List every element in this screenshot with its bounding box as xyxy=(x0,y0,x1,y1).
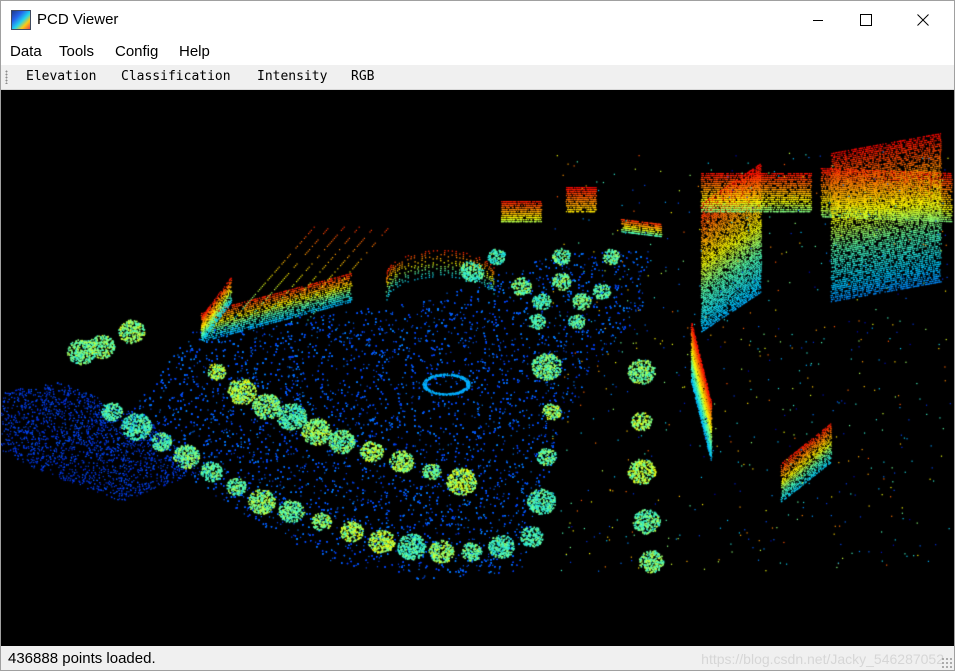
intensity-button[interactable]: Intensity xyxy=(257,68,327,86)
window-title: PCD Viewer xyxy=(37,11,119,28)
toolbar: Elevation Classification Intensity RGB xyxy=(1,65,954,90)
menu-config[interactable]: Config xyxy=(115,42,158,62)
menu-bar: Data Tools Config Help xyxy=(1,39,954,65)
close-icon xyxy=(917,14,929,26)
point-cloud-viewport[interactable] xyxy=(1,90,954,646)
minimize-icon xyxy=(813,20,823,21)
maximize-button[interactable] xyxy=(843,1,889,39)
close-button[interactable] xyxy=(900,1,946,39)
watermark-text: https://blog.csdn.net/Jacky_546287052 xyxy=(701,651,944,667)
menu-data[interactable]: Data xyxy=(10,42,42,62)
maximize-icon xyxy=(860,14,872,26)
point-cloud-render[interactable] xyxy=(1,90,954,646)
toolbar-grip-handle[interactable] xyxy=(5,70,8,84)
minimize-button[interactable] xyxy=(795,1,841,39)
status-bar: 436888 points loaded. https://blog.csdn.… xyxy=(1,646,954,670)
elevation-button[interactable]: Elevation xyxy=(26,68,96,86)
point-cloud-app-icon xyxy=(11,10,31,30)
resize-grip-icon[interactable] xyxy=(941,657,952,668)
app-window: PCD Viewer Data Tools Config Help Elevat… xyxy=(0,0,955,671)
title-bar[interactable]: PCD Viewer xyxy=(1,1,954,39)
menu-tools[interactable]: Tools xyxy=(59,42,94,62)
menu-help[interactable]: Help xyxy=(179,42,210,62)
status-message: 436888 points loaded. xyxy=(8,650,156,667)
rgb-button[interactable]: RGB xyxy=(351,68,374,86)
classification-button[interactable]: Classification xyxy=(121,68,231,86)
